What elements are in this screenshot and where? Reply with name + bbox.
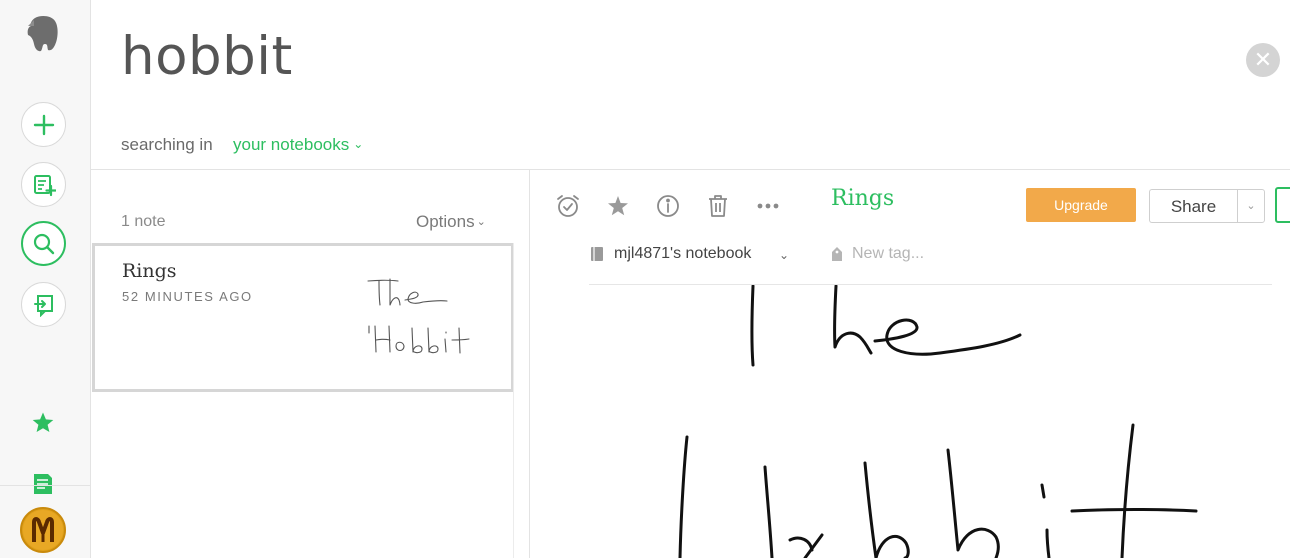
star-icon[interactable] (31, 411, 55, 435)
options-label: Options (416, 212, 475, 231)
new-tag-input[interactable] (852, 243, 1012, 265)
chevron-down-icon[interactable]: ⌄ (779, 248, 789, 262)
note-title[interactable]: Rings (831, 186, 894, 211)
rail-divider (0, 485, 91, 486)
shortcut-star-icon[interactable] (605, 193, 631, 219)
new-note-icon (33, 174, 56, 196)
avatar[interactable] (20, 507, 66, 553)
reminder-icon[interactable] (555, 193, 581, 219)
plus-icon (33, 114, 54, 135)
note-list-pane: 1 note Options ⌄ Rings 52 MINUTES AGO (91, 170, 530, 558)
new-note-button[interactable] (21, 102, 66, 147)
note-card-title: Rings (122, 260, 177, 282)
handwriting-canvas[interactable] (560, 285, 1290, 558)
close-search-button[interactable]: ✕ (1246, 43, 1280, 77)
left-rail (0, 0, 91, 558)
note-card[interactable]: Rings 52 MINUTES AGO (92, 243, 514, 392)
handwriting-thumbnail (367, 278, 470, 354)
present-button[interactable] (1275, 187, 1290, 223)
search-query-title[interactable]: hobbit (121, 26, 293, 87)
work-chat-icon (33, 294, 53, 317)
notes-icon[interactable] (33, 473, 53, 495)
searching-in-label: searching in (121, 135, 213, 154)
note-list-scrollbar[interactable] (513, 243, 514, 558)
avatar-monogram-icon (23, 510, 63, 550)
info-icon[interactable] (655, 193, 681, 219)
options-dropdown[interactable]: Options ⌄ (416, 212, 486, 232)
note-count: 1 note (121, 213, 166, 230)
more-icon[interactable] (755, 193, 781, 219)
upgrade-button[interactable]: Upgrade (1026, 188, 1136, 222)
share-options-button[interactable]: ⌄ (1237, 189, 1265, 223)
tag-icon (832, 247, 842, 261)
notebook-icon (591, 247, 603, 261)
note-card-time: 52 MINUTES AGO (122, 289, 253, 304)
chevron-down-icon: ⌄ (353, 137, 364, 151)
notebook-selector[interactable]: mjl4871's notebook (614, 245, 751, 263)
share-button[interactable]: Share (1149, 189, 1237, 223)
search-icon (33, 233, 54, 254)
new-chat-button[interactable] (21, 162, 66, 207)
notebook-scope-label: your notebooks (233, 135, 350, 154)
trash-icon[interactable] (705, 193, 731, 219)
search-button[interactable] (21, 221, 66, 266)
notebook-scope-dropdown[interactable]: your notebooks ⌄ (233, 135, 363, 155)
work-chat-button[interactable] (21, 282, 66, 327)
elephant-logo-icon[interactable] (26, 14, 60, 54)
chevron-down-icon: ⌄ (476, 216, 486, 228)
